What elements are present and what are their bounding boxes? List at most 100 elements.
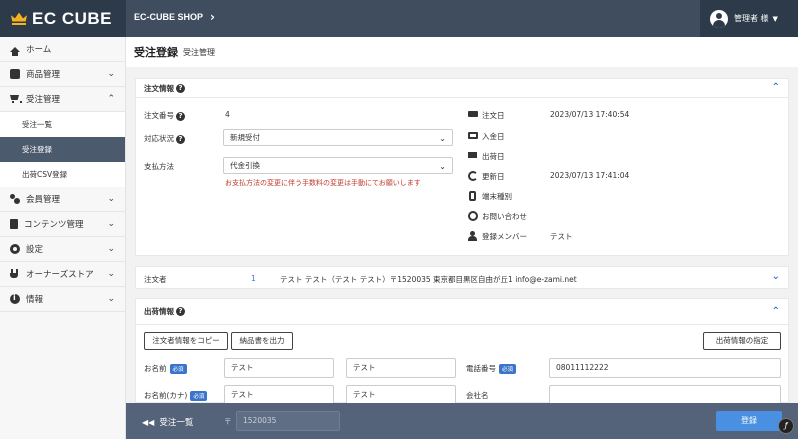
status-label: 対応状況? [144, 133, 185, 144]
order-no-label: 注文番号? [144, 110, 185, 121]
page-title: 受注登録 [134, 46, 178, 59]
file-icon [10, 219, 18, 229]
debug-toolbar-icon[interactable]: ƒ [778, 418, 794, 434]
user-name: 管理者 様 [734, 14, 769, 23]
chevron-down-icon: ⌄ [107, 244, 115, 254]
info-icon [10, 293, 20, 304]
chevron-down-icon: ⌄ [439, 134, 446, 143]
order-date-value: 2023/07/13 17:40:54 [550, 110, 630, 119]
shop-link[interactable]: EC-CUBE SHOP [134, 12, 203, 22]
status-select-value: 新規受付 [230, 133, 260, 142]
required-badge: 必須 [190, 391, 208, 401]
home-icon [10, 46, 20, 56]
sidebar-item-label: 商品管理 [26, 70, 61, 80]
copy-orderer-button[interactable]: 注文者情報をコピー [144, 332, 228, 350]
delivery-note-button[interactable]: 納品書を出力 [231, 332, 293, 350]
chevron-up-icon[interactable]: ⌃ [772, 306, 780, 317]
sidebar-item-label: ホーム [26, 45, 52, 55]
sidebar-item-owners-store[interactable]: オーナーズストア ⌄ [0, 262, 125, 287]
payment-date-label: 入金日 [482, 132, 505, 141]
sidebar-item-contents[interactable]: コンテンツ管理 ⌄ [0, 212, 125, 237]
chevron-down-icon[interactable]: ⌄ [772, 271, 780, 282]
sidebar-item-orders[interactable]: 受注管理 ⌃ [0, 87, 125, 112]
zip-prefix: 〒 [224, 417, 232, 426]
help-icon[interactable]: ? [176, 112, 185, 121]
sidebar-item-members[interactable]: 会員管理 ⌄ [0, 187, 125, 212]
back-to-list-link[interactable]: ◀◀ 受注一覧 [142, 416, 193, 428]
name-label: お名前 必須 [144, 363, 187, 374]
chevron-down-icon: ⌄ [107, 194, 115, 204]
name-sei-input[interactable]: テスト [224, 358, 334, 378]
plug-icon [10, 269, 20, 279]
chevron-down-icon: ⌄ [107, 219, 115, 229]
back-link-label: 受注一覧 [159, 418, 194, 428]
order-info-header[interactable]: 注文情報 ? ⌃ [136, 79, 788, 98]
caret-down-icon: ▼ [772, 14, 778, 23]
sidebar-item-label: オーナーズストア [26, 270, 94, 280]
sidebar-item-label: コンテンツ管理 [24, 220, 84, 230]
sidebar-item-products[interactable]: 商品管理 ⌄ [0, 62, 125, 87]
crown-icon [10, 12, 28, 26]
order-info-title: 注文情報 [144, 83, 174, 93]
payment-select-value: 代金引換 [230, 161, 260, 170]
specify-shipping-button[interactable]: 出荷情報の指定 [703, 332, 781, 350]
required-badge: 必須 [169, 364, 187, 374]
kana-mei-input[interactable]: テスト [346, 385, 456, 405]
chevron-up-icon[interactable]: ⌃ [772, 82, 780, 93]
help-icon[interactable]: ? [176, 135, 185, 144]
chevron-down-icon: ⌄ [107, 294, 115, 304]
zip-input[interactable]: 1520035 [236, 411, 340, 431]
payment-select[interactable]: 代金引換 ⌄ [223, 157, 453, 174]
help-icon[interactable]: ? [176, 307, 185, 316]
credit-card-icon [468, 132, 478, 139]
shipping-header[interactable]: 出荷情報 ? ⌃ [136, 299, 788, 325]
kana-sei-input[interactable]: テスト [224, 385, 334, 405]
sidebar-subitem-shipping-csv[interactable]: 出荷CSV登録 [0, 162, 125, 187]
orderer-card[interactable]: 注文者 1 テスト テスト（テスト テスト）〒1520035 東京都目黒区自由が… [135, 266, 789, 289]
footer-bar: ◀◀ 受注一覧 〒 1520035 登録 [126, 403, 798, 439]
orderer-label: 注文者 [144, 275, 167, 284]
user-icon [468, 231, 478, 241]
orderer-summary: テスト テスト（テスト テスト）〒1520035 東京都目黒区自由が丘1 inf… [280, 275, 577, 284]
ship-date-label: 出荷日 [482, 152, 505, 161]
sync-icon [468, 171, 478, 181]
mobile-icon [469, 191, 476, 201]
chevron-right-icon[interactable]: › [210, 10, 215, 24]
chevron-down-icon: ⌄ [107, 269, 115, 279]
chevron-down-icon: ⌄ [107, 69, 115, 79]
sidebar-item-label: 設定 [26, 245, 44, 255]
order-date-label: 注文日 [482, 111, 505, 120]
sidebar-item-settings[interactable]: 設定 ⌄ [0, 237, 125, 262]
users-icon [10, 194, 20, 204]
sidebar-subitem-order-list[interactable]: 受注一覧 [0, 112, 125, 137]
name-mei-input[interactable]: テスト [346, 358, 456, 378]
payment-label: 支払方法 [144, 162, 174, 171]
phone-label: 電話番号 必須 [466, 363, 517, 374]
inquiry-label: お問い合わせ [482, 212, 527, 221]
order-no-value: 4 [225, 110, 230, 119]
required-badge: 必須 [499, 364, 517, 374]
status-select[interactable]: 新規受付 ⌄ [223, 129, 453, 146]
user-menu[interactable]: 管理者 様 ▼ [700, 0, 798, 37]
company-input[interactable] [549, 385, 781, 405]
inbox-icon [468, 111, 478, 117]
orderer-count: 1 [251, 274, 256, 283]
sidebar-item-home[interactable]: ホーム [0, 37, 125, 62]
order-info-card: 注文情報 ? ⌃ 注文番号? 4 対応状況? 新規受付 ⌄ 支払方法 代金引換 … [135, 78, 789, 256]
phone-input[interactable]: 08011112222 [549, 358, 781, 378]
gear-icon [10, 244, 20, 254]
logo[interactable]: EC CUBE [0, 0, 126, 37]
chat-icon [468, 211, 478, 221]
cart-icon [10, 94, 22, 104]
sidebar-item-info[interactable]: 情報 ⌄ [0, 287, 125, 312]
chevron-up-icon: ⌃ [107, 94, 115, 104]
register-button[interactable]: 登録 [716, 411, 782, 431]
sidebar-item-label: 情報 [26, 295, 44, 305]
logo-text: EC CUBE [32, 8, 113, 28]
help-icon[interactable]: ? [176, 83, 185, 93]
sidebar: ホーム 商品管理 ⌄ 受注管理 ⌃ 受注一覧 受注登録 出荷CSV登録 会員管理… [0, 37, 126, 439]
sidebar-item-label: 会員管理 [26, 195, 61, 205]
back-arrow-icon: ◀◀ [142, 418, 155, 427]
sidebar-subitem-order-register[interactable]: 受注登録 [0, 137, 125, 162]
product-icon [10, 69, 20, 79]
